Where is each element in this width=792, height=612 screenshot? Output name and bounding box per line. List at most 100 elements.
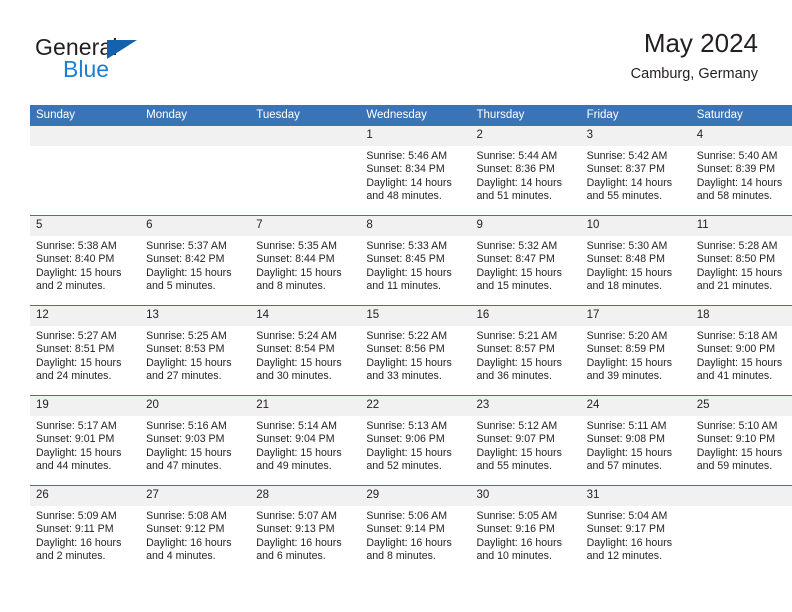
day-cell[interactable]: 23 Sunrise: 5:12 AM Sunset: 9:07 PM Dayl… [470, 395, 581, 486]
day-info: Sunrise: 5:40 AM Sunset: 8:39 PM Dayligh… [691, 146, 792, 204]
day-cell[interactable]: 18 Sunrise: 5:18 AM Sunset: 9:00 PM Dayl… [690, 305, 792, 396]
day-cell[interactable]: 7 Sunrise: 5:35 AM Sunset: 8:44 PM Dayli… [250, 215, 361, 306]
day-cell[interactable]: 16 Sunrise: 5:21 AM Sunset: 8:57 PM Dayl… [470, 305, 581, 396]
day-cell [140, 126, 251, 216]
sunrise-text: Sunrise: 5:46 AM [366, 150, 448, 162]
sunrise-text: Sunrise: 5:44 AM [476, 150, 558, 162]
calendar-header-row: Sunday Monday Tuesday Wednesday Thursday… [30, 105, 792, 126]
day-cell[interactable]: 19 Sunrise: 5:17 AM Sunset: 9:01 PM Dayl… [30, 395, 141, 486]
day-cell[interactable]: 1 Sunrise: 5:46 AM Sunset: 8:34 PM Dayli… [360, 126, 471, 216]
day-cell[interactable]: 17 Sunrise: 5:20 AM Sunset: 8:59 PM Dayl… [580, 305, 691, 396]
sunrise-text: Sunrise: 5:08 AM [146, 510, 227, 522]
sunset-text: Sunset: 8:40 PM [36, 253, 115, 266]
sunset-text: Sunset: 8:37 PM [586, 163, 665, 176]
day-info: Sunrise: 5:09 AM Sunset: 9:11 PM Dayligh… [30, 506, 140, 564]
day-cell[interactable]: 12 Sunrise: 5:27 AM Sunset: 8:51 PM Dayl… [30, 305, 141, 396]
daylight-text-line1: Daylight: 15 hours [36, 446, 122, 459]
sunrise-text: Sunrise: 5:38 AM [36, 240, 117, 252]
sunset-text: Sunset: 8:56 PM [366, 343, 445, 356]
weekday-header-tuesday: Tuesday [250, 105, 361, 126]
daylight-text-line1: Daylight: 15 hours [586, 356, 673, 369]
daylight-text-line2: and 8 minutes. [366, 550, 436, 563]
day-cell[interactable]: 5 Sunrise: 5:38 AM Sunset: 8:40 PM Dayli… [30, 215, 141, 306]
day-info: Sunrise: 5:25 AM Sunset: 8:53 PM Dayligh… [140, 326, 250, 384]
day-number: 17 [580, 306, 691, 326]
day-cell[interactable]: 3 Sunrise: 5:42 AM Sunset: 8:37 PM Dayli… [580, 126, 691, 216]
daylight-text-line2: and 33 minutes. [366, 370, 442, 383]
calendar-page: General Blue May 2024 Camburg, Germany S… [0, 0, 792, 612]
day-info: Sunrise: 5:17 AM Sunset: 9:01 PM Dayligh… [30, 416, 140, 474]
sunset-text: Sunset: 8:39 PM [696, 163, 776, 176]
day-info: Sunrise: 5:46 AM Sunset: 8:34 PM Dayligh… [360, 146, 470, 204]
daylight-text-line1: Daylight: 15 hours [146, 446, 232, 459]
day-number: 20 [140, 396, 251, 416]
sunset-text: Sunset: 9:10 PM [696, 433, 776, 446]
day-info: Sunrise: 5:05 AM Sunset: 9:16 PM Dayligh… [471, 506, 581, 564]
day-info: Sunrise: 5:32 AM Sunset: 8:47 PM Dayligh… [471, 236, 581, 294]
day-info: Sunrise: 5:33 AM Sunset: 8:45 PM Dayligh… [360, 236, 470, 294]
day-cell[interactable]: 9 Sunrise: 5:32 AM Sunset: 8:47 PM Dayli… [470, 215, 581, 306]
day-cell[interactable]: 14 Sunrise: 5:24 AM Sunset: 8:54 PM Dayl… [250, 305, 361, 396]
daylight-text-line2: and 30 minutes. [256, 370, 332, 383]
day-cell[interactable]: 21 Sunrise: 5:14 AM Sunset: 9:04 PM Dayl… [250, 395, 361, 486]
daylight-text-line1: Daylight: 15 hours [36, 266, 122, 279]
sunrise-text: Sunrise: 5:14 AM [256, 420, 337, 432]
daylight-text-line2: and 11 minutes. [366, 280, 441, 293]
day-cell[interactable]: 4 Sunrise: 5:40 AM Sunset: 8:39 PM Dayli… [690, 126, 792, 216]
week-row: 19 Sunrise: 5:17 AM Sunset: 9:01 PM Dayl… [30, 395, 792, 486]
daylight-text-line1: Daylight: 15 hours [696, 356, 783, 369]
day-cell [30, 126, 141, 216]
day-cell[interactable]: 30 Sunrise: 5:05 AM Sunset: 9:16 PM Dayl… [470, 485, 581, 575]
day-cell[interactable]: 25 Sunrise: 5:10 AM Sunset: 9:10 PM Dayl… [690, 395, 792, 486]
weekday-header-sunday: Sunday [30, 105, 141, 126]
title-block: May 2024 Camburg, Germany [631, 28, 758, 84]
daylight-text-line1: Daylight: 16 hours [36, 536, 122, 549]
daylight-text-line1: Daylight: 15 hours [696, 266, 783, 279]
day-info: Sunrise: 5:04 AM Sunset: 9:17 PM Dayligh… [581, 506, 691, 564]
sunrise-text: Sunrise: 5:33 AM [366, 240, 448, 252]
daylight-text-line1: Daylight: 15 hours [256, 356, 342, 369]
daylight-text-line2: and 44 minutes. [36, 460, 112, 473]
sunset-text: Sunset: 8:50 PM [696, 253, 776, 266]
day-cell[interactable]: 24 Sunrise: 5:11 AM Sunset: 9:08 PM Dayl… [580, 395, 691, 486]
daylight-text-line2: and 2 minutes. [36, 280, 106, 293]
day-cell[interactable]: 13 Sunrise: 5:25 AM Sunset: 8:53 PM Dayl… [140, 305, 251, 396]
day-cell[interactable]: 28 Sunrise: 5:07 AM Sunset: 9:13 PM Dayl… [250, 485, 361, 575]
day-cell[interactable]: 6 Sunrise: 5:37 AM Sunset: 8:42 PM Dayli… [140, 215, 251, 306]
daylight-text-line2: and 52 minutes. [366, 460, 442, 473]
day-number: 19 [30, 396, 141, 416]
day-cell[interactable]: 22 Sunrise: 5:13 AM Sunset: 9:06 PM Dayl… [360, 395, 471, 486]
day-info: Sunrise: 5:30 AM Sunset: 8:48 PM Dayligh… [581, 236, 691, 294]
day-cell[interactable]: 10 Sunrise: 5:30 AM Sunset: 8:48 PM Dayl… [580, 215, 691, 306]
sunset-text: Sunset: 8:53 PM [146, 343, 225, 356]
daylight-text-line2: and 4 minutes. [146, 550, 216, 563]
week-row: 5 Sunrise: 5:38 AM Sunset: 8:40 PM Dayli… [30, 215, 792, 306]
day-cell[interactable]: 8 Sunrise: 5:33 AM Sunset: 8:45 PM Dayli… [360, 215, 471, 306]
day-cell[interactable]: 27 Sunrise: 5:08 AM Sunset: 9:12 PM Dayl… [140, 485, 251, 575]
day-cell[interactable]: 15 Sunrise: 5:22 AM Sunset: 8:56 PM Dayl… [360, 305, 471, 396]
daylight-text-line1: Daylight: 15 hours [476, 446, 562, 459]
week-row: 26 Sunrise: 5:09 AM Sunset: 9:11 PM Dayl… [30, 485, 792, 575]
day-info: Sunrise: 5:28 AM Sunset: 8:50 PM Dayligh… [691, 236, 792, 294]
daylight-text-line2: and 2 minutes. [36, 550, 106, 563]
daylight-text-line2: and 55 minutes. [586, 190, 663, 203]
daylight-text-line1: Daylight: 16 hours [146, 536, 232, 549]
day-cell[interactable]: 29 Sunrise: 5:06 AM Sunset: 9:14 PM Dayl… [360, 485, 471, 575]
day-cell[interactable]: 31 Sunrise: 5:04 AM Sunset: 9:17 PM Dayl… [580, 485, 691, 575]
daylight-text-line2: and 6 minutes. [256, 550, 326, 563]
day-info: Sunrise: 5:44 AM Sunset: 8:36 PM Dayligh… [471, 146, 581, 204]
sunrise-text: Sunrise: 5:20 AM [586, 330, 668, 342]
daylight-text-line1: Daylight: 14 hours [366, 176, 452, 189]
day-cell[interactable]: 11 Sunrise: 5:28 AM Sunset: 8:50 PM Dayl… [690, 215, 792, 306]
day-info: Sunrise: 5:18 AM Sunset: 9:00 PM Dayligh… [691, 326, 792, 384]
day-cell[interactable]: 2 Sunrise: 5:44 AM Sunset: 8:36 PM Dayli… [470, 126, 581, 216]
day-number: 2 [470, 126, 581, 146]
day-cell[interactable]: 26 Sunrise: 5:09 AM Sunset: 9:11 PM Dayl… [30, 485, 141, 575]
day-number: 29 [360, 486, 471, 506]
day-cell[interactable]: 20 Sunrise: 5:16 AM Sunset: 9:03 PM Dayl… [140, 395, 251, 486]
sunrise-text: Sunrise: 5:12 AM [476, 420, 558, 432]
day-info: Sunrise: 5:13 AM Sunset: 9:06 PM Dayligh… [360, 416, 470, 474]
day-number: 11 [690, 216, 792, 236]
day-number: 6 [140, 216, 251, 236]
sunrise-text: Sunrise: 5:16 AM [146, 420, 227, 432]
